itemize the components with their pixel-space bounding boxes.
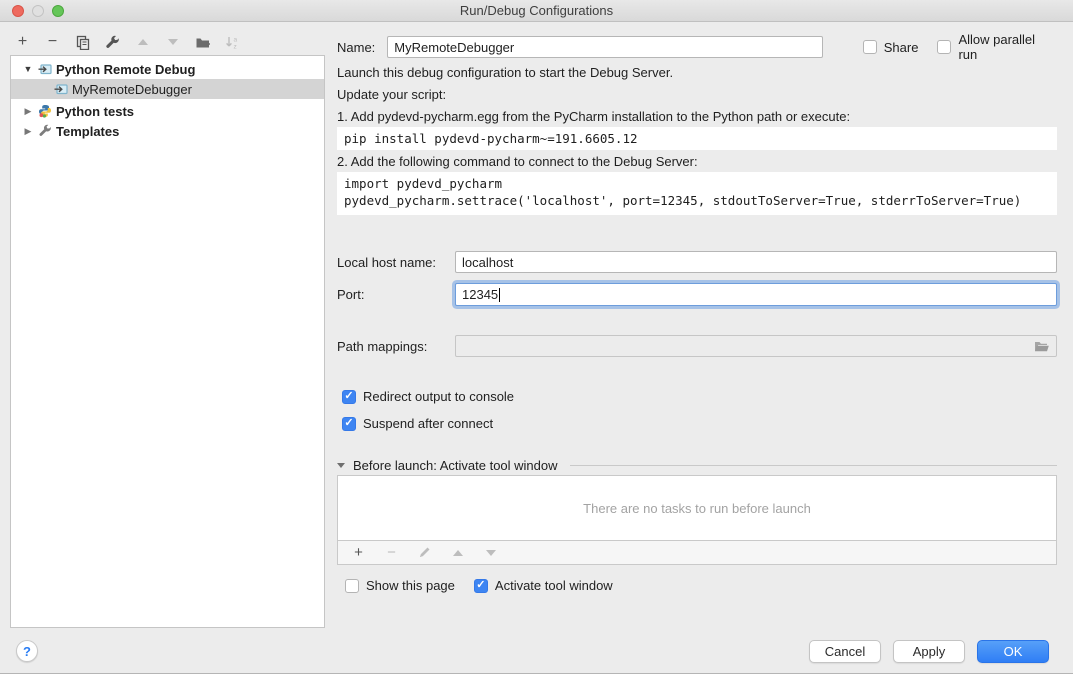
tree-item-python-tests[interactable]: ▶ Python tests [11,101,324,121]
add-icon[interactable]: + [14,34,31,51]
wrench-icon [37,124,52,139]
instruction-step-2: 2. Add the following command to connect … [337,154,1057,169]
help-icon: ? [23,644,31,659]
apply-label: Apply [913,644,946,659]
allow-parallel-run-label: Allow parallel run [958,32,1057,62]
remote-debug-config-icon [37,62,52,77]
copy-icon[interactable] [74,34,91,51]
tree-item-python-remote-debug[interactable]: ▼ Python Remote Debug [11,59,324,79]
remote-debug-config-icon [53,82,68,97]
title-bar: Run/Debug Configurations [0,0,1073,22]
svg-text:a: a [234,36,238,43]
svg-text:z: z [234,43,237,50]
port-label: Port: [337,287,455,302]
help-button[interactable]: ? [16,640,38,662]
before-launch-empty-text: There are no tasks to run before launch [583,501,811,516]
remove-icon[interactable]: − [44,34,61,51]
port-value: 12345 [462,287,498,302]
new-folder-icon[interactable] [194,34,211,51]
window-title: Run/Debug Configurations [460,3,613,18]
move-up-icon[interactable] [134,34,151,51]
close-window-button[interactable] [12,5,24,17]
local-host-name-input[interactable] [455,251,1057,273]
tree-item-myremotedebugger[interactable]: MyRemoteDebugger [11,79,324,99]
tree-item-label: MyRemoteDebugger [72,82,192,97]
tree-item-templates[interactable]: ▶ Templates [11,121,324,141]
share-checkbox[interactable] [863,40,877,54]
settrace-code: import pydevd_pycharm pydevd_pycharm.set… [337,172,1057,215]
ok-button[interactable]: OK [977,640,1049,663]
chevron-down-icon[interactable]: ▼ [23,64,33,74]
activate-tool-window-label: Activate tool window [495,578,613,593]
instruction-line-1: Launch this debug configuration to start… [337,65,1057,80]
configurations-tree: ▼ Python Remote Debug MyRemoteDebugger ▶… [10,55,325,628]
add-task-icon[interactable]: + [350,544,367,561]
share-label: Share [884,40,919,55]
tree-item-label: Templates [56,124,119,139]
remove-task-icon[interactable]: − [383,544,400,561]
suspend-after-connect-row: ✓ Suspend after connect [342,416,1062,431]
page-options-row: Show this page ✓ Activate tool window [345,578,1065,593]
settrace-code-line-2: pydevd_pycharm.settrace('localhost', por… [344,193,1021,208]
local-host-name-label: Local host name: [337,255,455,270]
suspend-after-connect-label: Suspend after connect [363,416,493,431]
chevron-right-icon[interactable]: ▶ [23,126,33,137]
before-launch-title: Before launch: Activate tool window [353,458,558,473]
run-debug-configurations-dialog: Run/Debug Configurations + − az ▼ Python… [0,0,1073,674]
activate-tool-window-checkbox[interactable]: ✓ [474,579,488,593]
minimize-window-button[interactable] [32,5,44,17]
allow-parallel-run-checkbox[interactable] [937,40,951,54]
sort-icon[interactable]: az [224,34,241,51]
name-input[interactable] [387,36,822,58]
redirect-output-row: ✓ Redirect output to console [342,389,1062,404]
wrench-icon[interactable] [104,34,121,51]
move-down-icon[interactable] [164,34,181,51]
tree-item-label: Python Remote Debug [56,62,195,77]
name-label: Name: [337,40,375,55]
move-task-down-icon[interactable] [482,544,499,561]
instruction-line-2: Update your script: [337,87,1057,102]
settrace-code-line-1: import pydevd_pycharm [344,176,502,191]
before-launch-header[interactable]: Before launch: Activate tool window [337,458,1057,473]
port-input[interactable]: 12345 [455,283,1057,306]
tree-item-label: Python tests [56,104,134,119]
redirect-output-checkbox[interactable]: ✓ [342,390,356,404]
show-this-page-checkbox[interactable] [345,579,359,593]
browse-folder-icon[interactable] [1034,340,1050,353]
text-cursor [499,288,500,302]
chevron-down-icon [337,463,345,468]
instruction-step-1: 1. Add pydevd-pycharm.egg from the PyCha… [337,109,1057,124]
suspend-after-connect-checkbox[interactable]: ✓ [342,417,356,431]
apply-button[interactable]: Apply [893,640,965,663]
divider [570,465,1057,466]
path-mappings-input[interactable] [455,335,1057,357]
pip-install-code: pip install pydevd-pycharm~=191.6605.12 [337,127,1057,150]
configurations-toolbar: + − az [14,30,241,54]
ok-label: OK [1004,644,1023,659]
show-this-page-label: Show this page [366,578,455,593]
move-task-up-icon[interactable] [449,544,466,561]
chevron-right-icon[interactable]: ▶ [23,106,33,117]
path-mappings-label: Path mappings: [337,339,455,354]
before-launch-toolbar: + − [337,541,1057,565]
edit-task-icon[interactable] [416,544,433,561]
redirect-output-label: Redirect output to console [363,389,514,404]
zoom-window-button[interactable] [52,5,64,17]
cancel-label: Cancel [825,644,865,659]
python-icon [37,104,52,119]
cancel-button[interactable]: Cancel [809,640,881,663]
before-launch-task-list: There are no tasks to run before launch [337,475,1057,541]
